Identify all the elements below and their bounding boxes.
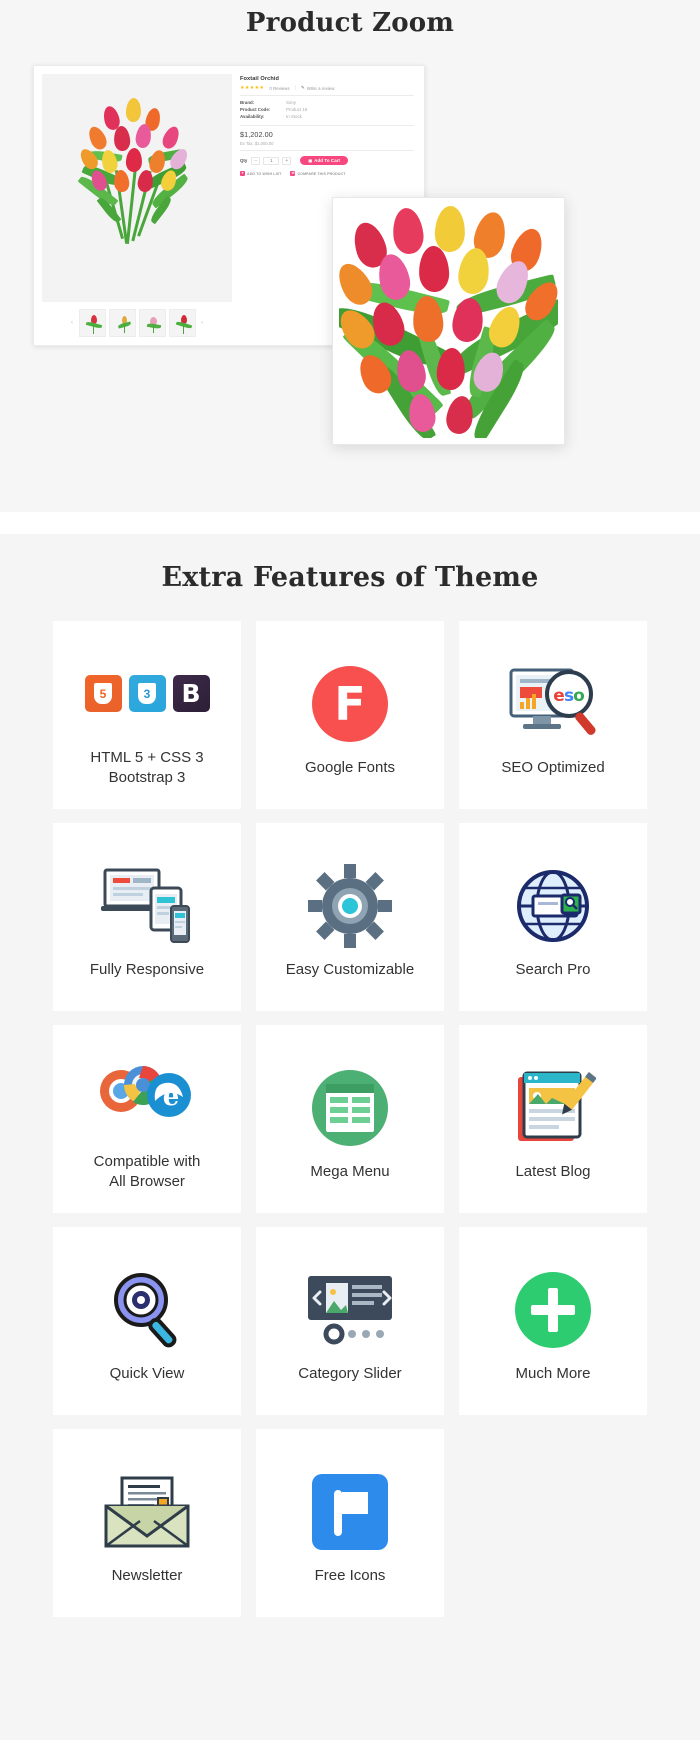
spec-value: In Stock xyxy=(286,114,302,119)
responsive-devices-icon xyxy=(99,854,195,958)
spec-row: Brand: Sony xyxy=(240,100,414,105)
thumbnail-2[interactable] xyxy=(108,309,136,337)
flag-icon xyxy=(310,1460,390,1564)
feature-card-label: Easy Customizable xyxy=(285,960,415,978)
plus-circle-icon xyxy=(513,1258,593,1362)
feature-card-label: SEO Optimized xyxy=(501,758,605,776)
feature-card-easy-customizable[interactable]: Easy Customizable xyxy=(256,823,444,1011)
gear-icon xyxy=(308,854,392,958)
feature-card-label: HTML 5 + CSS 3 Bootstrap 3 xyxy=(90,748,204,786)
spec-row: Product Code: Product 18 xyxy=(240,107,414,112)
feature-card-label: Newsletter xyxy=(111,1566,183,1584)
features-title: Extra Features of Theme xyxy=(161,562,539,593)
feature-card-label: Google Fonts xyxy=(304,758,396,776)
spec-key: Product Code: xyxy=(240,107,271,112)
feature-card-label: Much More xyxy=(515,1364,591,1382)
quantity-row: Qty − 1 + ▣ Add To Cart xyxy=(240,156,414,165)
blog-pencil-icon xyxy=(510,1056,596,1160)
spec-value: Sony xyxy=(286,100,297,105)
write-review-label: Write a review xyxy=(306,85,335,91)
svg-text:e: e xyxy=(163,1082,180,1112)
heart-icon: ♥ xyxy=(240,170,245,176)
spec-key: Brand: xyxy=(240,100,255,105)
exchange-icon: ⇄ xyxy=(290,170,296,176)
feature-card-browser-compatible[interactable]: e Compatible with All Browser xyxy=(53,1025,241,1213)
feature-card-free-icons[interactable]: Free Icons xyxy=(256,1429,444,1617)
write-review-link[interactable]: ✎ Write a review xyxy=(301,85,334,91)
product-spec-table: Brand: Sony Product Code: Product 18 Ava… xyxy=(240,100,414,126)
feature-card-fully-responsive[interactable]: Fully Responsive xyxy=(53,823,241,1011)
product-price-block: $1,202.00 Ex Tax: $1,000.00 xyxy=(240,130,414,151)
feature-card-html-css-bootstrap[interactable]: 5 3 B HTML 5 + CSS 3 Bootstrap 3 xyxy=(53,621,241,809)
feature-card-label: Category Slider xyxy=(298,1364,402,1382)
spec-key: Availability: xyxy=(240,114,265,119)
mega-menu-icon xyxy=(308,1056,392,1160)
feature-card-much-more[interactable]: Much More xyxy=(459,1227,647,1415)
quantity-label: Qty xyxy=(240,158,248,163)
globe-search-icon xyxy=(509,854,597,958)
feature-card-newsletter[interactable]: Newsletter xyxy=(53,1429,241,1617)
feature-card-label: Free Icons xyxy=(314,1566,386,1584)
add-to-wishlist-label: ADD TO WISH LIST xyxy=(247,171,282,176)
feature-card-label: Latest Blog xyxy=(515,1162,591,1180)
product-ex-tax: Ex Tax: $1,000.00 xyxy=(240,141,274,146)
feature-card-empty-slot xyxy=(459,1429,647,1617)
envelope-icon xyxy=(100,1460,194,1564)
magnifier-eye-icon xyxy=(105,1258,189,1362)
quantity-decrement-button[interactable]: − xyxy=(251,156,261,165)
quantity-input[interactable]: 1 xyxy=(263,156,280,165)
compare-product-button[interactable]: ⇄ COMPARE THIS PRODUCT xyxy=(290,171,345,176)
thumbnail-prev-arrow[interactable]: ‹ xyxy=(69,320,76,326)
product-name: Foxtail Orchid xyxy=(240,76,280,82)
feature-card-quick-view[interactable]: Quick View xyxy=(53,1227,241,1415)
feature-card-label: Fully Responsive xyxy=(89,960,205,978)
feature-card-mega-menu[interactable]: Mega Menu xyxy=(256,1025,444,1213)
spec-row: Availability: In Stock xyxy=(240,114,414,119)
add-to-cart-button[interactable]: ▣ Add To Cart xyxy=(300,156,349,165)
add-to-wishlist-button[interactable]: ♥ ADD TO WISH LIST xyxy=(240,171,281,176)
quantity-increment-button[interactable]: + xyxy=(282,156,292,165)
svg-text:o: o xyxy=(573,686,585,706)
section-divider xyxy=(0,512,700,534)
page-title: Product Zoom xyxy=(245,8,455,38)
html5-css3-bootstrap-icon: 5 3 B xyxy=(84,642,210,746)
product-price: $1,202.00 xyxy=(240,130,273,139)
zoomed-product-image[interactable] xyxy=(332,197,565,445)
pencil-icon: ✎ xyxy=(301,85,305,90)
feature-card-label: Compatible with All Browser xyxy=(93,1152,201,1190)
product-rating-row: ★★★★★ 0 Reviews | ✎ Write a review xyxy=(240,85,414,96)
google-fonts-letter: F xyxy=(312,665,388,742)
feature-card-label: Mega Menu xyxy=(310,1162,390,1180)
seo-magnifier-icon: s o e xyxy=(507,652,599,756)
thumbnail-carousel: ‹ › xyxy=(42,306,232,340)
feature-card-google-fonts[interactable]: F Google Fonts xyxy=(256,621,444,809)
extra-features-section: Extra Features of Theme 5 3 B HTML 5 + C… xyxy=(0,534,700,1651)
compare-product-label: COMPARE THIS PRODUCT xyxy=(297,171,346,176)
thumbnail-next-arrow[interactable]: › xyxy=(199,320,206,326)
svg-text:e: e xyxy=(553,686,565,706)
add-to-cart-label: Add To Cart xyxy=(314,158,341,163)
feature-card-seo-optimized[interactable]: s o e SEO Optimized xyxy=(459,621,647,809)
divider: | xyxy=(294,85,296,91)
feature-card-latest-blog[interactable]: Latest Blog xyxy=(459,1025,647,1213)
product-main-image[interactable] xyxy=(42,74,232,302)
shopping-cart-icon: ▣ xyxy=(308,158,313,163)
feature-card-search-pro[interactable]: Search Pro xyxy=(459,823,647,1011)
spec-value: Product 18 xyxy=(286,107,308,112)
thumbnail-3[interactable] xyxy=(138,309,166,337)
feature-card-label: Quick View xyxy=(109,1364,185,1382)
product-zoom-section: Product Zoom Foxtail Orchid ★★★★★ 0 Revi… xyxy=(0,0,700,512)
feature-card-category-slider[interactable]: Category Slider xyxy=(256,1227,444,1415)
star-rating-icon: ★★★★★ xyxy=(240,85,265,91)
features-grid: 5 3 B HTML 5 + CSS 3 Bootstrap 3 F Googl… xyxy=(0,621,700,1617)
feature-card-label: Search Pro xyxy=(515,960,591,978)
thumbnail-1[interactable] xyxy=(78,309,106,337)
thumbnail-4[interactable] xyxy=(168,309,196,337)
browsers-icon: e xyxy=(97,1046,197,1150)
category-slider-icon xyxy=(300,1258,400,1362)
review-count: 0 Reviews xyxy=(269,85,290,91)
product-action-links: ♥ ADD TO WISH LIST ⇄ COMPARE THIS PRODUC… xyxy=(240,171,414,176)
google-fonts-icon: F xyxy=(312,652,388,756)
